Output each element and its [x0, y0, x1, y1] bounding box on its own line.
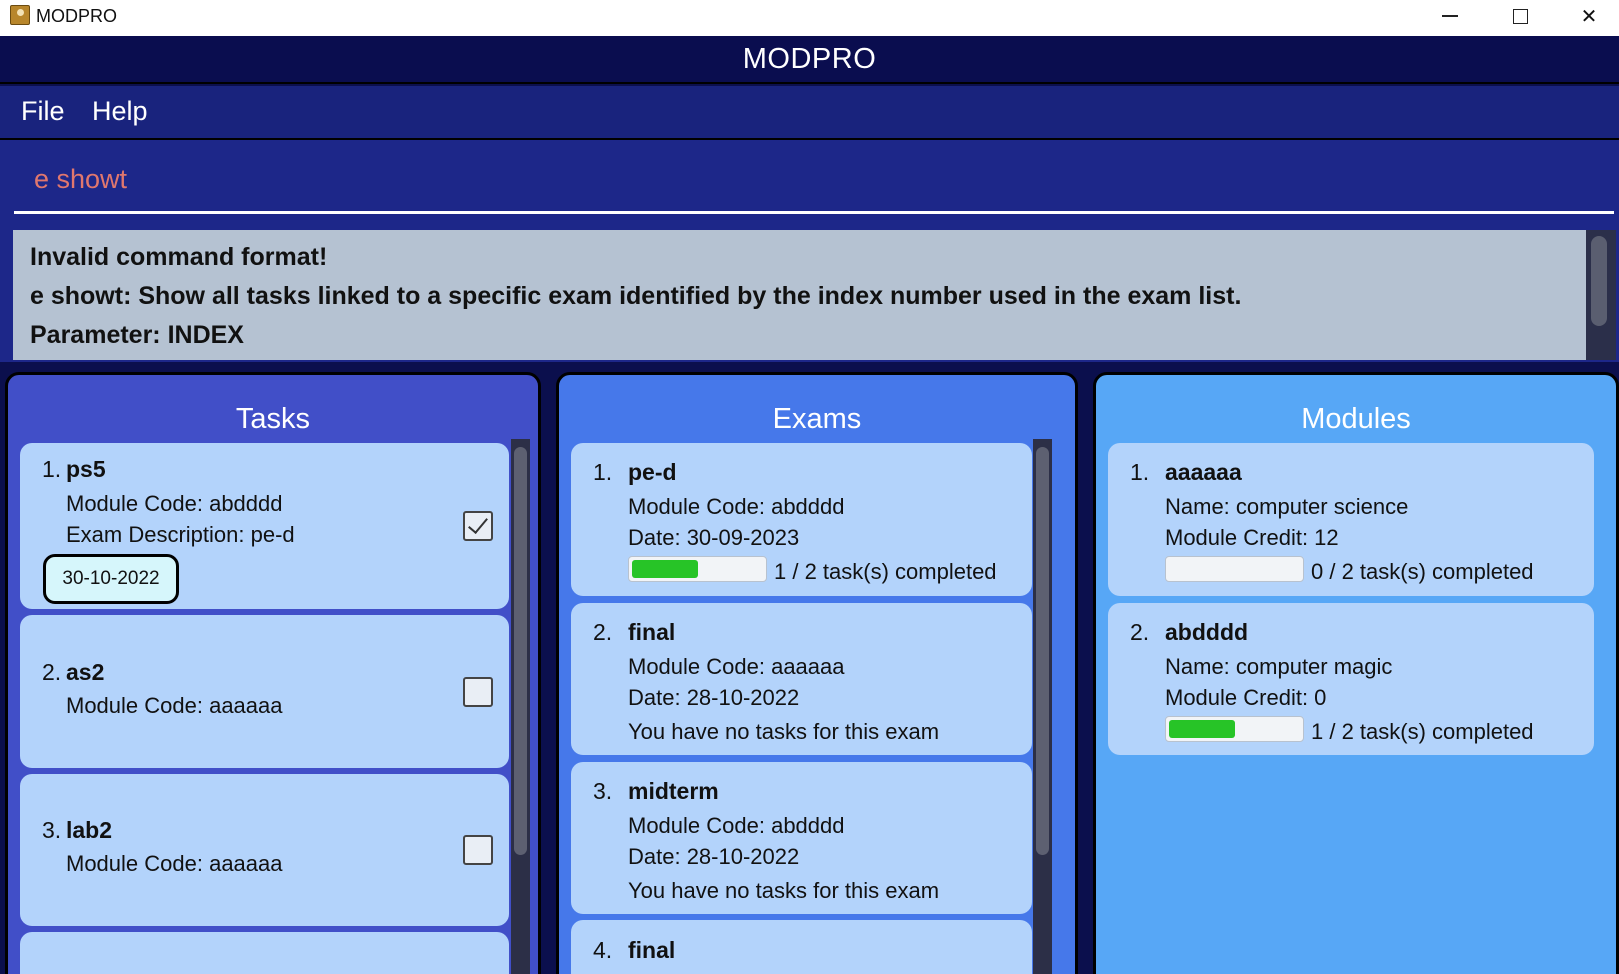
app-icon	[10, 5, 30, 25]
module-progress-bar	[1165, 556, 1304, 582]
module-card[interactable]: 1. aaaaaa Name: computer science Module …	[1108, 443, 1594, 596]
exam-card[interactable]: 1. pe-d Module Code: abdddd Date: 30-09-…	[571, 443, 1032, 596]
task-deadline: 30-10-2022	[43, 554, 179, 604]
task-module-code: Module Code: abdddd	[66, 491, 283, 516]
modules-title: Modules	[1301, 403, 1411, 435]
module-index: 1.	[1130, 459, 1150, 485]
module-progress-text: 1 / 2 task(s) completed	[1311, 719, 1534, 744]
window-titlebar: MODPRO ✕	[0, 0, 1619, 36]
task-done-checkbox[interactable]	[463, 511, 493, 541]
exam-module-code: Module Code: aaaaaa	[628, 654, 845, 679]
task-index: 2.	[42, 659, 62, 685]
exam-card[interactable]: 4. final	[571, 920, 1032, 974]
minimize-icon	[1442, 15, 1458, 17]
exam-name: pe-d	[628, 459, 677, 485]
exam-date: Date: 30-09-2023	[628, 525, 800, 550]
exam-card[interactable]: 2. final Module Code: aaaaaa Date: 28-10…	[571, 603, 1032, 755]
result-line: e showt: Show all tasks linked to a spec…	[30, 282, 1242, 310]
close-button[interactable]: ✕	[1559, 0, 1619, 32]
task-card[interactable]	[20, 932, 509, 974]
task-module-code: Module Code: aaaaaa	[66, 693, 283, 718]
task-index: 1.	[42, 456, 62, 482]
close-icon: ✕	[1580, 5, 1598, 28]
menu-help[interactable]: Help	[92, 96, 148, 127]
task-name: lab2	[66, 817, 113, 843]
module-code: abdddd	[1165, 619, 1249, 645]
task-module-code: Module Code: aaaaaa	[66, 851, 283, 876]
module-card[interactable]: 2. abdddd Name: computer magic Module Cr…	[1108, 603, 1594, 755]
menu-bar: File Help	[0, 86, 1619, 140]
task-done-checkbox[interactable]	[463, 677, 493, 707]
tasks-scrollbar-thumb[interactable]	[514, 447, 527, 855]
task-name: as2	[66, 659, 105, 685]
exam-name: final	[628, 619, 676, 645]
maximize-button[interactable]	[1490, 0, 1550, 32]
task-name: ps5	[66, 456, 106, 482]
task-card[interactable]: 2. as2 Module Code: aaaaaa	[20, 615, 509, 768]
exam-module-code: Module Code: abdddd	[628, 494, 845, 519]
module-name: Name: computer science	[1165, 494, 1409, 519]
result-display: Invalid command format! e showt: Show al…	[13, 230, 1586, 360]
exam-name: final	[628, 937, 676, 963]
maximize-icon	[1512, 8, 1528, 24]
exam-date: Date: 28-10-2022	[628, 844, 800, 869]
result-line: Parameter: INDEX	[30, 321, 244, 349]
module-progress-fill	[1169, 720, 1235, 738]
module-index: 2.	[1130, 619, 1150, 645]
exam-index: 4.	[593, 937, 613, 963]
module-progress-bar	[1165, 716, 1304, 742]
exams-panel: Exams 1. pe-d Module Code: abdddd Date: …	[556, 372, 1078, 974]
exam-index: 1.	[593, 459, 613, 485]
menu-file[interactable]: File	[21, 96, 65, 127]
exam-progress-bar	[628, 556, 767, 582]
command-text: e showt	[34, 164, 128, 194]
minimize-button[interactable]	[1420, 0, 1480, 32]
exam-date: Date: 28-10-2022	[628, 685, 800, 710]
exam-status: You have no tasks for this exam	[628, 719, 940, 744]
tasks-title: Tasks	[235, 403, 311, 435]
module-credit: Module Credit: 12	[1165, 525, 1339, 550]
task-exam-description: Exam Description: pe-d	[66, 522, 295, 547]
exam-module-code: Module Code: abdddd	[628, 813, 845, 838]
exam-index: 2.	[593, 619, 613, 645]
module-name: Name: computer magic	[1165, 654, 1393, 679]
task-index: 3.	[42, 817, 62, 843]
tasks-panel: Tasks 1. ps5 Module Code: abdddd Exam De…	[5, 372, 541, 974]
module-credit: Module Credit: 0	[1165, 685, 1327, 710]
exams-title: Exams	[772, 403, 862, 435]
app-header: MODPRO	[0, 36, 1619, 84]
task-done-checkbox[interactable]	[463, 835, 493, 865]
result-area: Invalid command format! e showt: Show al…	[0, 228, 1619, 362]
panels: Tasks 1. ps5 Module Code: abdddd Exam De…	[0, 362, 1619, 974]
command-area: e showt	[0, 140, 1619, 228]
exam-name: midterm	[628, 778, 719, 804]
exams-scrollbar-thumb[interactable]	[1036, 447, 1049, 855]
result-scrollbar-thumb[interactable]	[1591, 236, 1607, 326]
app-title: MODPRO	[742, 42, 877, 75]
module-code: aaaaaa	[1165, 459, 1242, 485]
exam-progress-fill	[632, 560, 698, 578]
modules-panel: Modules 1. aaaaaa Name: computer science…	[1093, 372, 1619, 974]
exam-index: 3.	[593, 778, 613, 804]
command-input[interactable]: e showt	[14, 156, 1614, 214]
window-title: MODPRO	[36, 6, 117, 26]
task-card[interactable]: 3. lab2 Module Code: aaaaaa	[20, 774, 509, 926]
exam-card[interactable]: 3. midterm Module Code: abdddd Date: 28-…	[571, 762, 1032, 914]
exam-progress-text: 1 / 2 task(s) completed	[774, 559, 997, 584]
exam-status: You have no tasks for this exam	[628, 878, 940, 903]
module-progress-text: 0 / 2 task(s) completed	[1311, 559, 1534, 584]
task-card[interactable]: 1. ps5 Module Code: abdddd Exam Descript…	[20, 443, 509, 609]
result-line: Invalid command format!	[30, 243, 328, 271]
